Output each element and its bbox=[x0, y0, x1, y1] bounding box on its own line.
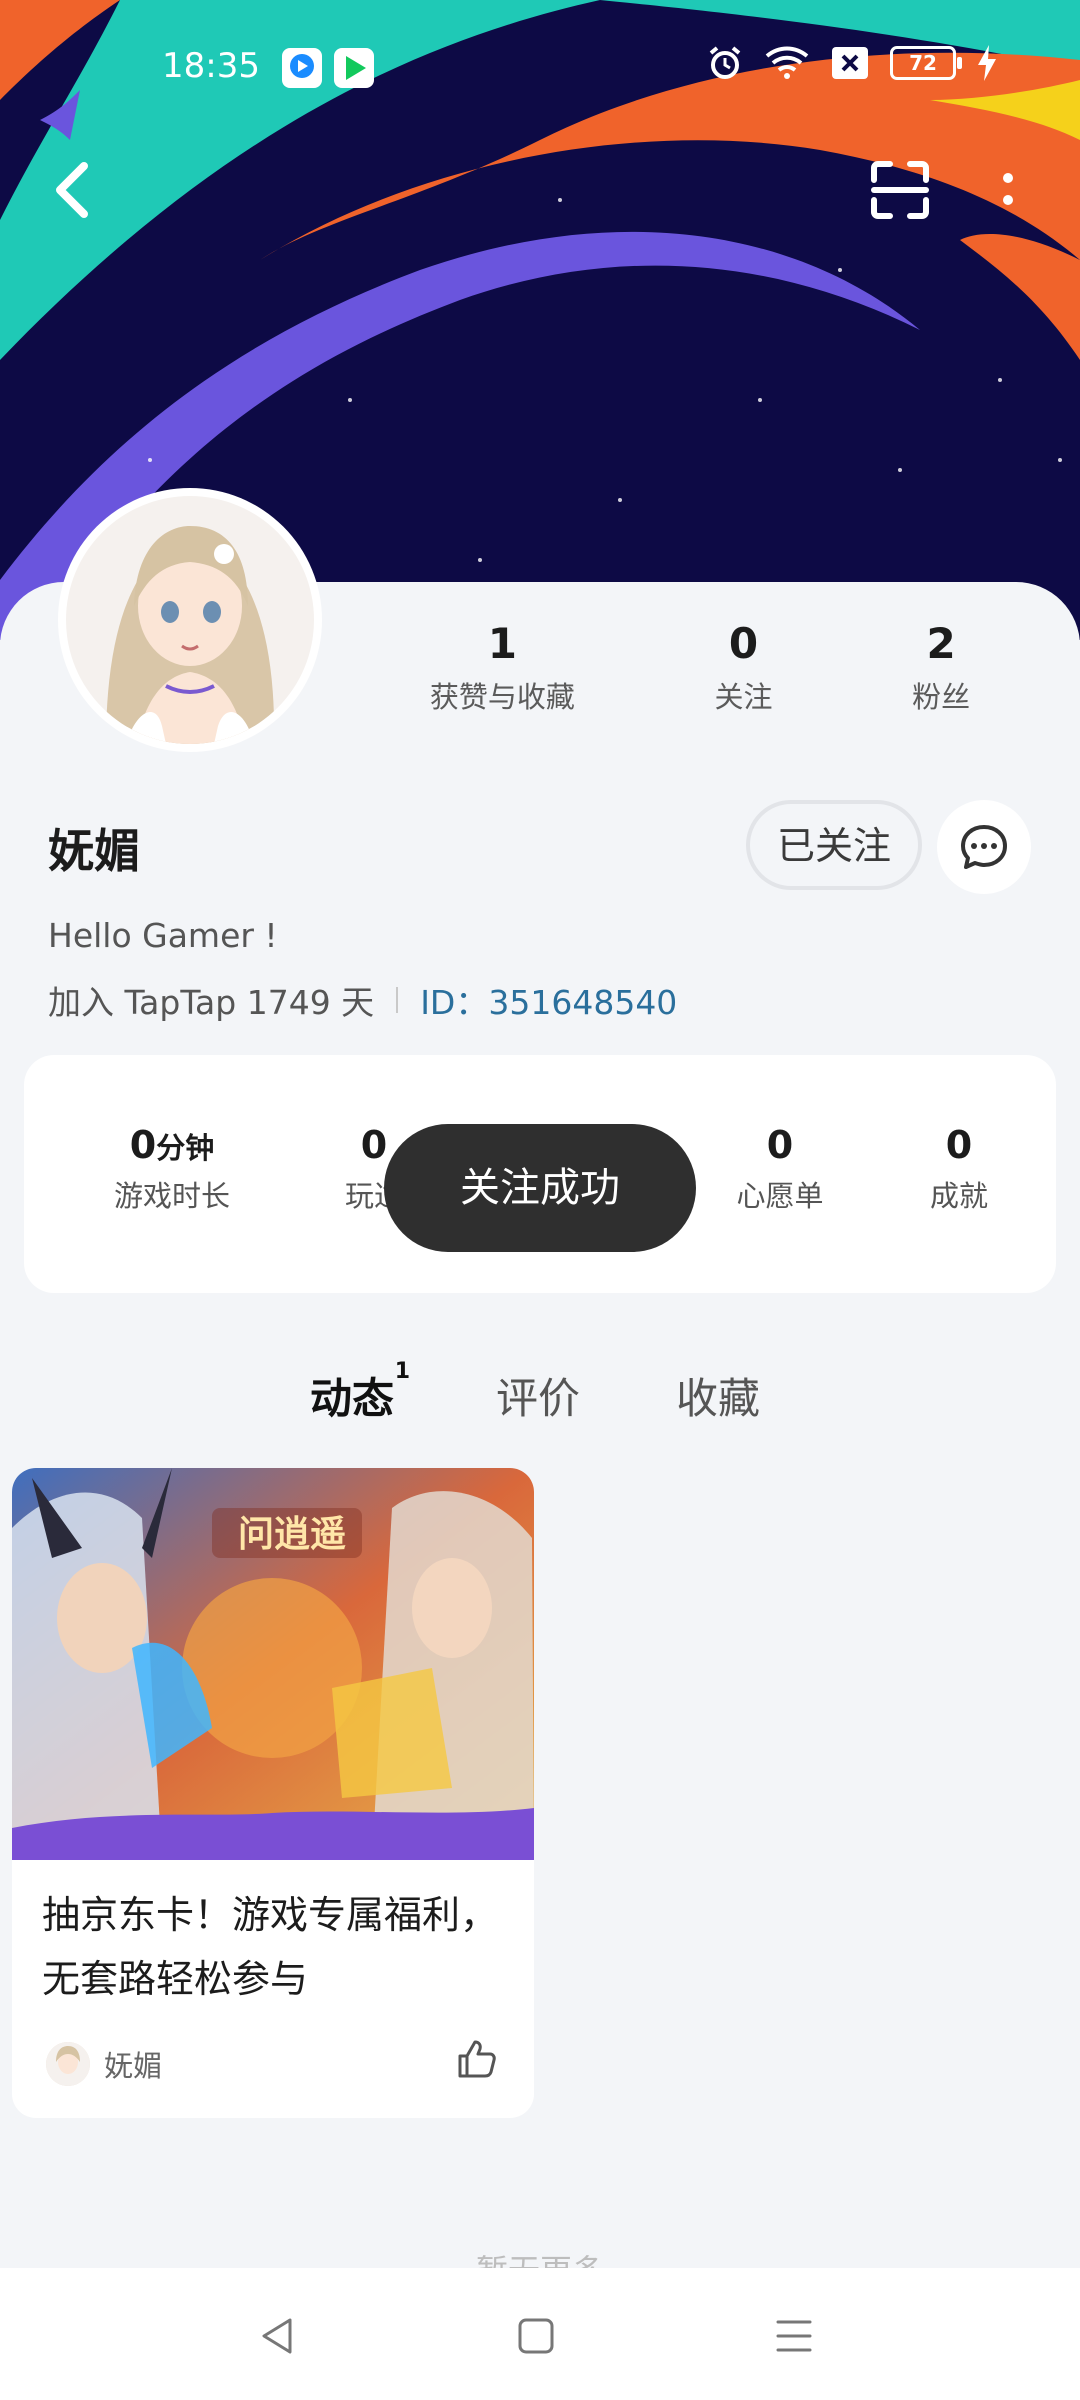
post-cover-image: 问逍遥 bbox=[12, 1468, 534, 1860]
charging-icon bbox=[978, 45, 996, 81]
joined-days: 加入 TapTap 1749 天 bbox=[48, 983, 375, 1022]
following-label: 关注 bbox=[714, 680, 773, 714]
profile-bio: Hello Gamer ! bbox=[48, 916, 278, 955]
followers-label: 粉丝 bbox=[912, 680, 971, 714]
thumbs-up-icon bbox=[458, 2040, 496, 2078]
followers-count: 2 bbox=[926, 619, 956, 668]
message-button[interactable] bbox=[937, 800, 1031, 894]
nav-back-button[interactable] bbox=[248, 2306, 308, 2366]
chevron-left-icon bbox=[56, 162, 88, 218]
following-count: 0 bbox=[728, 619, 759, 668]
post-title[interactable]: 抽京东卡！游戏专属福利，无套路轻松参与 bbox=[42, 1883, 512, 2011]
wishlist-num: 0 bbox=[766, 1123, 794, 1167]
wishlist-label: 心愿单 bbox=[736, 1179, 824, 1213]
author-name: 妩媚 bbox=[104, 2049, 163, 2083]
status-bar: 18:35 72 bbox=[0, 40, 1080, 96]
system-nav-bar bbox=[0, 2268, 1080, 2400]
sim-off-icon bbox=[832, 47, 868, 79]
tencent-video-app-icon bbox=[282, 48, 322, 88]
wifi-icon bbox=[765, 46, 809, 79]
nav-menu-button[interactable] bbox=[764, 2306, 824, 2366]
menu-icon bbox=[776, 2320, 812, 2352]
tab-favorites[interactable]: 收藏 bbox=[676, 1365, 760, 1426]
status-time: 18:35 bbox=[162, 46, 260, 86]
user-id-label: ID： bbox=[420, 983, 489, 1022]
back-button[interactable] bbox=[32, 150, 112, 230]
post-card[interactable]: 问逍遥 抽京东卡！游戏专属福利，无套路轻松参与 妩媚 bbox=[12, 1468, 534, 2118]
alarm-icon bbox=[709, 46, 741, 79]
profile-meta: 加入 TapTap 1749 天 ID：351648540 bbox=[48, 976, 677, 1024]
chat-bubble-icon bbox=[961, 825, 1007, 869]
more-button[interactable] bbox=[968, 150, 1048, 230]
post-author[interactable]: 妩媚 bbox=[46, 2042, 162, 2086]
profile-tabs: 动态 1 评价 收藏 bbox=[0, 1359, 1080, 1435]
wishlist-stat[interactable]: 0 心愿单 bbox=[700, 1123, 860, 1215]
profile-name: 妩媚 bbox=[48, 824, 140, 878]
likes-count: 1 bbox=[487, 619, 517, 668]
tab-reviews[interactable]: 评价 bbox=[496, 1365, 580, 1426]
iqiyi-app-icon bbox=[334, 48, 374, 88]
square-home-icon bbox=[518, 2318, 554, 2354]
likes-label: 获赞与收藏 bbox=[429, 680, 575, 714]
triangle-back-icon bbox=[262, 2318, 292, 2354]
playtime-label: 游戏时长 bbox=[113, 1179, 230, 1213]
followers-stat[interactable]: 2 粉丝 bbox=[912, 618, 970, 716]
scan-icon bbox=[871, 161, 929, 219]
likes-stat[interactable]: 1 获赞与收藏 bbox=[430, 618, 575, 716]
user-id[interactable]: ID：351648540 bbox=[420, 976, 677, 1024]
playtime-num: 0 bbox=[129, 1123, 157, 1167]
tab-posts[interactable]: 动态 1 bbox=[310, 1359, 410, 1430]
tab-posts-badge: 1 bbox=[394, 1359, 411, 1384]
status-icons: 72 bbox=[706, 44, 998, 82]
more-vertical-icon bbox=[1003, 173, 1013, 205]
avatar[interactable] bbox=[58, 488, 322, 752]
game-logo-text: 问逍遥 bbox=[238, 1514, 346, 1555]
like-button[interactable] bbox=[456, 2038, 498, 2084]
achievements-num: 0 bbox=[945, 1123, 973, 1167]
user-id-value: 351648540 bbox=[488, 983, 678, 1022]
meta-divider bbox=[396, 987, 399, 1013]
achievements-label: 成就 bbox=[929, 1179, 988, 1213]
follow-success-toast: 关注成功 bbox=[384, 1124, 696, 1252]
author-avatar bbox=[46, 2042, 90, 2086]
battery-icon: 72 bbox=[890, 46, 962, 80]
following-button[interactable]: 已关注 bbox=[746, 800, 922, 890]
social-stats: 1 获赞与收藏 0 关注 2 粉丝 bbox=[360, 618, 1040, 716]
playtime-stat[interactable]: 0分钟 游戏时长 bbox=[72, 1123, 272, 1215]
playtime-unit: 分钟 bbox=[156, 1131, 215, 1165]
following-stat[interactable]: 0 关注 bbox=[714, 618, 772, 716]
achievements-stat[interactable]: 0 成就 bbox=[904, 1123, 1014, 1215]
scan-button[interactable] bbox=[860, 150, 940, 230]
avatar-image bbox=[66, 496, 314, 744]
nav-home-button[interactable] bbox=[506, 2306, 566, 2366]
tab-posts-label: 动态 bbox=[310, 1374, 395, 1423]
